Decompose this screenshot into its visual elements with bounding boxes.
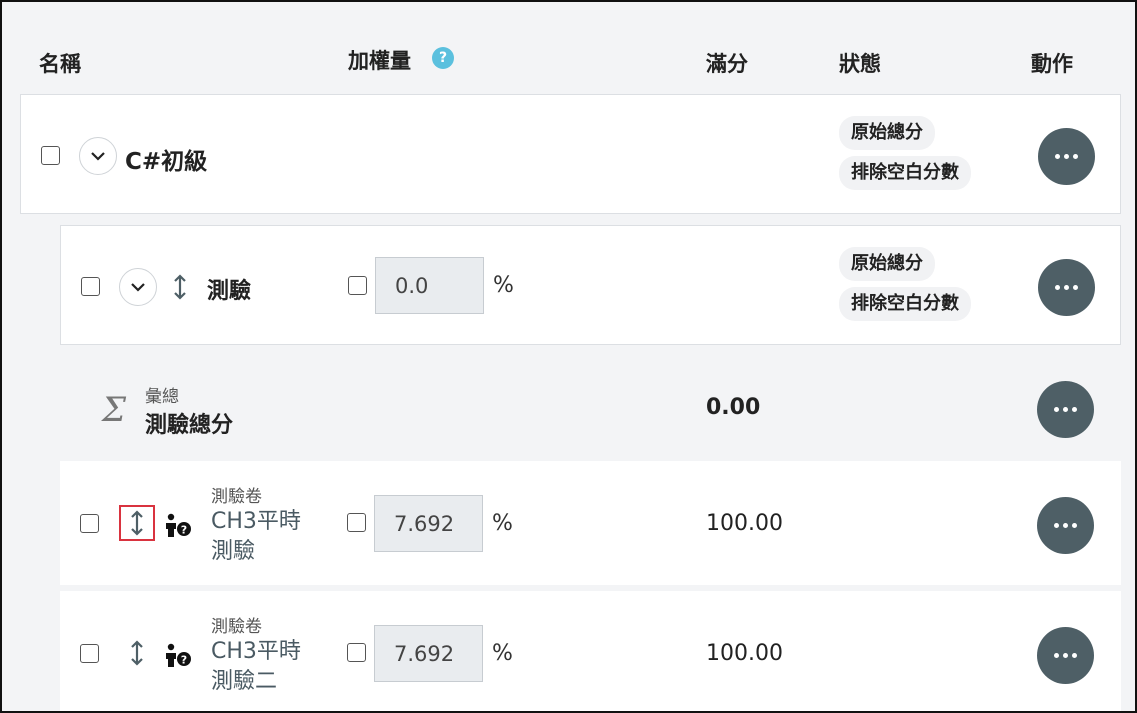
gradebook-setup: 名稱 加權量 ? 滿分 狀態 動作 C#初級 原始總分 排除空白分數 測驗 0.… [0, 0, 1137, 713]
item-name-line1[interactable]: CH3平時 [211, 637, 301, 667]
total-label: 彙總 [145, 387, 179, 407]
weight-override-checkbox[interactable] [347, 643, 366, 662]
item-type-label: 測驗卷 [211, 487, 262, 507]
chevron-down-icon [91, 152, 105, 161]
item-name-line2[interactable]: 測驗 [211, 537, 255, 567]
category-row: C#初級 原始總分 排除空白分數 [20, 94, 1121, 214]
item-checkbox[interactable] [80, 644, 99, 663]
more-icon [1054, 523, 1059, 528]
header-max: 滿分 [706, 52, 748, 76]
total-actions-button[interactable] [1037, 381, 1094, 438]
move-handle[interactable] [119, 635, 155, 671]
move-icon [174, 274, 186, 300]
svg-text:?: ? [181, 654, 187, 667]
subcategory-collapse-button[interactable] [119, 268, 157, 306]
percent-sign: % [492, 641, 513, 666]
status-badge-exclude-empty: 排除空白分數 [839, 287, 971, 321]
move-icon [131, 510, 143, 536]
more-icon [1054, 653, 1059, 658]
total-name: 測驗總分 [145, 413, 234, 438]
svg-text:?: ? [181, 524, 187, 537]
category-name: C#初級 [125, 149, 208, 175]
category-checkbox[interactable] [41, 146, 60, 165]
weight-input[interactable]: 0.0 [375, 257, 484, 314]
grade-item-row: ? 測驗卷 CH3平時 測驗二 7.692 % 100.00 [60, 591, 1121, 711]
percent-sign: % [492, 511, 513, 536]
status-badge-natural: 原始總分 [839, 116, 935, 150]
status-badge-natural: 原始總分 [839, 247, 935, 281]
item-name-line2[interactable]: 測驗二 [211, 667, 277, 697]
weight-input[interactable]: 7.692 [374, 495, 483, 552]
item-type-label: 測驗卷 [211, 617, 262, 637]
quiz-icon: ? [164, 643, 192, 671]
subcategory-name: 測驗 [207, 279, 252, 304]
item-max-grade: 100.00 [706, 511, 783, 536]
quiz-icon: ? [164, 513, 192, 541]
item-actions-button[interactable] [1037, 627, 1094, 684]
chevron-down-icon [131, 283, 145, 292]
item-max-grade: 100.00 [706, 641, 783, 666]
total-value: 0.00 [706, 395, 761, 420]
help-icon[interactable]: ? [432, 47, 454, 69]
header-weight: 加權量 [348, 49, 411, 73]
item-checkbox[interactable] [80, 514, 99, 533]
header-status: 狀態 [839, 52, 881, 76]
header-name: 名稱 [39, 52, 81, 76]
grade-item-row: ? 測驗卷 CH3平時 測驗 7.692 % 100.00 [60, 461, 1121, 585]
item-actions-button[interactable] [1037, 497, 1094, 554]
more-icon [1055, 285, 1060, 290]
weight-override-checkbox[interactable] [347, 513, 366, 532]
move-icon [131, 640, 143, 666]
more-icon [1055, 154, 1060, 159]
collapse-button[interactable] [79, 137, 117, 175]
subcategory-checkbox[interactable] [81, 277, 100, 296]
more-icon [1054, 407, 1059, 412]
subcategory-row: 測驗 0.0 % 原始總分 排除空白分數 [60, 225, 1121, 345]
subcategory-actions-button[interactable] [1038, 259, 1095, 316]
move-handle[interactable] [119, 505, 155, 541]
category-actions-button[interactable] [1038, 128, 1095, 185]
percent-sign: % [493, 273, 514, 298]
status-badge-exclude-empty: 排除空白分數 [839, 156, 971, 190]
weight-override-checkbox[interactable] [348, 276, 367, 295]
move-handle[interactable] [169, 272, 191, 302]
weight-input[interactable]: 7.692 [374, 625, 483, 682]
item-name-line1[interactable]: CH3平時 [211, 507, 301, 537]
header-actions: 動作 [1031, 52, 1073, 76]
sigma-icon: Σ [102, 390, 127, 430]
